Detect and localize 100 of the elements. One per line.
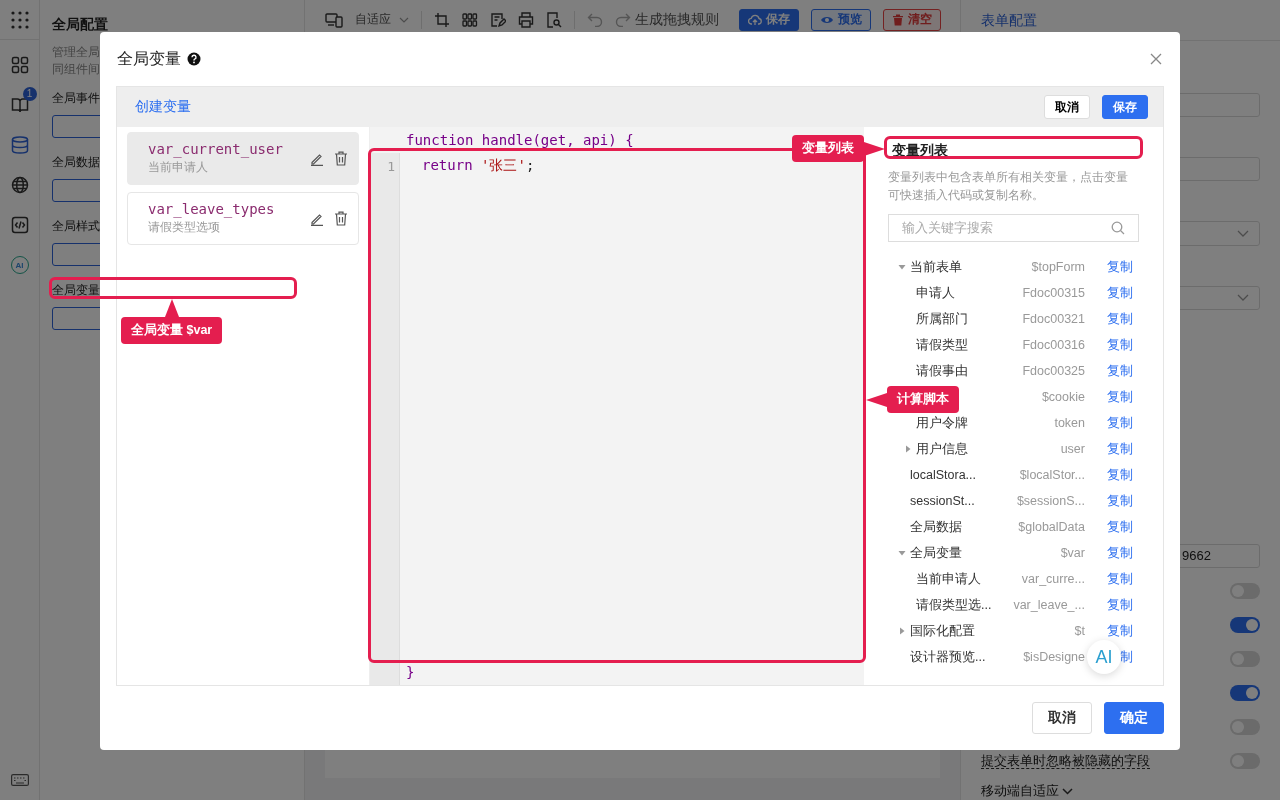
copy-link[interactable]: 复制 xyxy=(1107,389,1133,404)
search-icon[interactable] xyxy=(1111,221,1125,235)
variable-description: 当前申请人 xyxy=(148,159,209,176)
variable-path: Fdoc00316 xyxy=(1022,338,1085,352)
variable-name[interactable]: 请假类型 xyxy=(916,337,968,352)
printer-icon[interactable] xyxy=(518,11,534,28)
variable-name[interactable]: localStora... xyxy=(910,468,976,482)
caret-icon[interactable] xyxy=(898,263,906,271)
create-variable-link[interactable]: 创建变量 xyxy=(135,98,191,116)
toolbar-button[interactable]: 保存 xyxy=(739,8,799,31)
variable-name[interactable]: sessionSt... xyxy=(910,494,975,508)
toolbar-button[interactable]: 清空 xyxy=(883,8,941,31)
caret-icon[interactable] xyxy=(904,445,912,453)
setting-label: 提交表单时忽略被隐藏的字段 xyxy=(981,753,1150,769)
variable-list-description: 变量列表中包含表单所有相关变量，点击变量可快速插入代码或复制名称。 xyxy=(888,169,1129,204)
variable-path: Fdoc00321 xyxy=(1022,312,1085,326)
toolbar-button[interactable]: 预览 xyxy=(811,8,871,31)
toggle-switch[interactable] xyxy=(1230,617,1260,633)
device-mode-select[interactable]: 自适应 xyxy=(355,11,409,28)
variable-name[interactable]: 国际化配置 xyxy=(910,623,975,638)
globe-icon xyxy=(10,176,29,194)
variable-name: var_current_user xyxy=(148,141,284,157)
code-line: function handle(get, api) { xyxy=(405,132,634,148)
panel-title: 全局配置 xyxy=(52,16,109,34)
variable-name[interactable]: 全局变量 xyxy=(910,545,962,560)
crop-icon[interactable] xyxy=(434,11,450,28)
copy-link[interactable]: 复制 xyxy=(1107,337,1133,352)
confirm-button[interactable]: 确定 xyxy=(1104,702,1164,734)
trash-icon[interactable] xyxy=(334,211,348,226)
count-badge: 1 xyxy=(22,87,37,101)
variable-path: Fdoc00325 xyxy=(1022,364,1085,378)
help-icon[interactable] xyxy=(187,52,201,66)
variable-description: 请假类型选项 xyxy=(148,219,221,236)
copy-link[interactable]: 复制 xyxy=(1107,285,1133,300)
sidebar-tab[interactable]: 1 xyxy=(4,90,35,120)
copy-link[interactable]: 复制 xyxy=(1107,441,1133,456)
document-search-icon[interactable] xyxy=(546,11,562,28)
device-icon[interactable] xyxy=(325,11,343,28)
variable-name[interactable]: 设计器预览... xyxy=(910,649,986,664)
generate-rules-link[interactable]: 生成拖拽规则 xyxy=(635,10,719,29)
apps-icon[interactable] xyxy=(9,9,30,30)
trash-icon[interactable] xyxy=(334,151,348,166)
variable-card[interactable]: var_leave_types 请假类型选项 xyxy=(127,192,359,245)
variable-name[interactable]: 用户令牌 xyxy=(916,415,968,430)
edit-icon[interactable] xyxy=(310,211,324,226)
variable-name[interactable]: 申请人 xyxy=(916,285,955,300)
grid-icon[interactable] xyxy=(462,11,478,28)
copy-link[interactable]: 复制 xyxy=(1107,623,1133,638)
keyboard-icon[interactable] xyxy=(10,774,29,786)
annotation-callout: 变量列表 xyxy=(792,135,885,162)
variable-name[interactable]: 所属部门 xyxy=(916,311,968,326)
copy-link[interactable]: 复制 xyxy=(1107,467,1133,482)
variable-path: $cookie xyxy=(1041,390,1085,404)
code-line: } xyxy=(405,664,415,680)
variable-path: $sessionS... xyxy=(1016,494,1085,508)
annotation-callout: 计算脚本 xyxy=(866,386,959,413)
variable-name[interactable]: 当前表单 xyxy=(910,259,962,274)
section-label: 全局样式 xyxy=(52,218,100,235)
cancel-button[interactable]: 取消 xyxy=(1032,702,1092,734)
edit-icon[interactable] xyxy=(310,151,324,166)
section-toggle[interactable]: 移动端自适应 xyxy=(981,782,1260,800)
variable-name[interactable]: 用户信息 xyxy=(916,441,968,456)
sidebar-tab[interactable]: AI xyxy=(4,250,35,280)
save-button[interactable]: 保存 xyxy=(1102,95,1148,119)
variable-name: var_leave_types xyxy=(148,201,276,217)
search-field[interactable]: 输入关键字搜索 xyxy=(888,214,1139,242)
close-icon[interactable] xyxy=(1150,53,1162,65)
edit-document-icon[interactable] xyxy=(490,11,506,28)
eye-icon xyxy=(820,14,834,25)
chevron-down-icon xyxy=(1062,787,1073,795)
copy-link[interactable]: 复制 xyxy=(1107,259,1133,274)
caret-icon[interactable] xyxy=(898,549,906,557)
copy-link[interactable]: 复制 xyxy=(1107,493,1133,508)
variable-path: $var xyxy=(1060,546,1085,560)
code-line: return '张三'; xyxy=(421,157,535,175)
cancel-button[interactable]: 取消 xyxy=(1044,95,1090,119)
copy-link[interactable]: 复制 xyxy=(1107,363,1133,378)
variable-card[interactable]: var_current_user 当前申请人 xyxy=(127,132,359,185)
copy-link[interactable]: 复制 xyxy=(1107,597,1133,612)
line-number: 1 xyxy=(387,158,395,174)
variable-name[interactable]: 当前申请人 xyxy=(916,571,981,586)
variable-name[interactable]: 全局数据 xyxy=(910,519,962,534)
variable-path: $globalData xyxy=(1018,520,1085,534)
copy-link[interactable]: 制 xyxy=(1120,649,1133,664)
variable-path: var_curre... xyxy=(1021,572,1085,586)
variable-name[interactable]: 请假事由 xyxy=(916,363,968,378)
variable-path: token xyxy=(1054,416,1085,430)
copy-link[interactable]: 复制 xyxy=(1107,571,1133,586)
caret-icon[interactable] xyxy=(898,627,906,635)
grid-layout-icon xyxy=(10,56,29,74)
variable-path: $isDesigne xyxy=(1023,650,1085,664)
annotation-callout: 全局变量 $var xyxy=(121,299,223,344)
copy-link[interactable]: 复制 xyxy=(1107,545,1133,560)
copy-link[interactable]: 复制 xyxy=(1107,519,1133,534)
copy-link[interactable]: 复制 xyxy=(1107,415,1133,430)
variable-name[interactable]: 请假类型选... xyxy=(916,597,992,612)
toggle-switch[interactable] xyxy=(1230,685,1260,701)
variable-path: Fdoc00315 xyxy=(1022,286,1085,300)
copy-link[interactable]: 复制 xyxy=(1107,311,1133,326)
variable-path: $topForm xyxy=(1031,260,1085,274)
